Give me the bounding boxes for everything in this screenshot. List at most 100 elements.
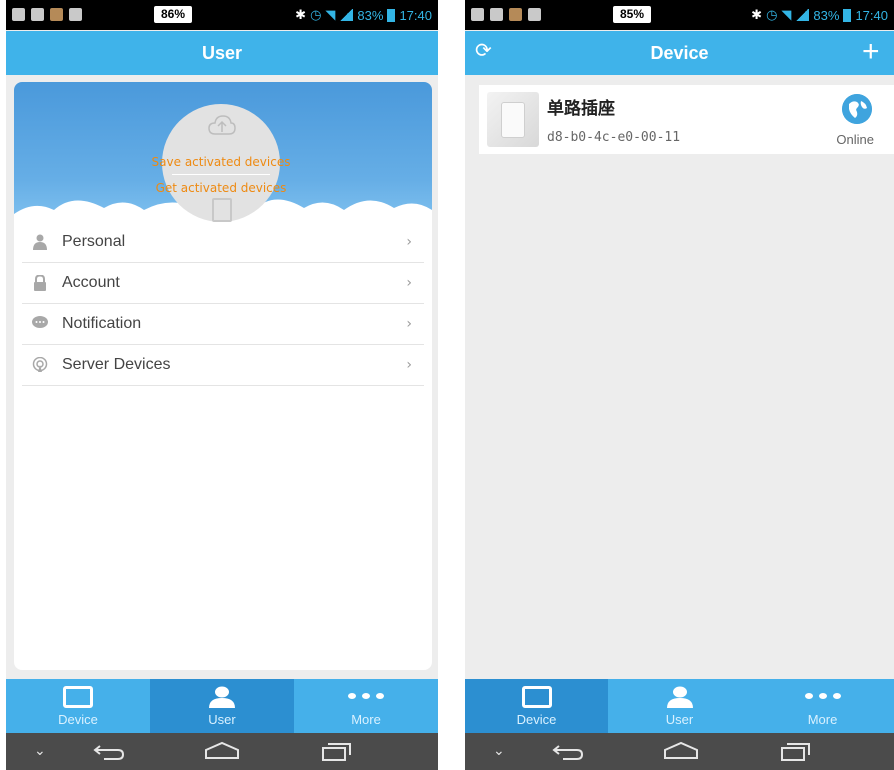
refresh-icon[interactable]: ⟳ (475, 41, 495, 61)
gallery-icon (12, 8, 25, 21)
menu-item-label: Account (62, 274, 120, 291)
tab-more[interactable]: More (751, 679, 894, 733)
user-icon (209, 686, 235, 708)
menu-item-personal[interactable]: Personal › (22, 222, 424, 263)
gallery-icon (471, 8, 484, 21)
device-outline-icon (212, 198, 232, 222)
tab-user[interactable]: User (608, 679, 751, 733)
globe-icon (842, 94, 872, 124)
status-bar: 86% ✱ ◷ ◥ 83% 17:40 (6, 0, 438, 30)
page-title: Device (650, 42, 709, 63)
title-bar: User (6, 31, 438, 75)
device-mac: d8-b0-4c-e0-00-11 (547, 130, 681, 145)
recent-apps-icon[interactable] (781, 741, 811, 761)
person-icon (32, 234, 48, 250)
menu-item-server-devices[interactable]: Server Devices › (22, 345, 424, 386)
battery-percent: 83% (813, 7, 840, 23)
image-icon (490, 8, 503, 21)
status-right: ✱ ◷ ◥ 83% 17:40 (295, 7, 432, 23)
chevron-down-icon[interactable]: ⌄ (493, 743, 505, 759)
lock-icon (32, 274, 48, 291)
broadcast-icon (32, 356, 48, 373)
menu-item-label: Personal (62, 233, 126, 250)
notification-icons (471, 8, 541, 21)
status-bar: 85% ✱ ◷ ◥ 83% 17:40 (465, 0, 894, 30)
user-menu: Personal › Account › Notification › Serv… (22, 222, 424, 386)
menu-item-label: Notification (62, 315, 142, 332)
socket-icon (501, 102, 525, 138)
back-icon[interactable] (92, 741, 126, 761)
recent-apps-icon[interactable] (322, 741, 352, 761)
save-activated-devices-button[interactable]: Save activated devices (151, 155, 291, 169)
back-icon[interactable] (551, 741, 585, 761)
signal-icon (795, 9, 810, 21)
chevron-right-icon: › (406, 275, 412, 291)
get-activated-devices-button[interactable]: Get activated devices (151, 181, 291, 195)
device-name: 单路插座 (547, 99, 615, 119)
menu-item-label: Server Devices (62, 356, 171, 373)
bottom-tab-bar: Device User More (465, 679, 894, 733)
tab-device[interactable]: Device (465, 679, 608, 733)
bluetooth-icon: ✱ (751, 7, 763, 22)
circle-divider (172, 174, 270, 175)
system-nav-bar: ⌄ (6, 733, 438, 770)
bottom-tab-bar: Device User More (6, 679, 438, 733)
home-icon[interactable] (204, 741, 240, 761)
wifi-icon: ◥ (325, 7, 336, 22)
more-dots-icon (348, 693, 384, 701)
user-card: Save activated devices Get activated dev… (14, 82, 432, 670)
chevron-right-icon: › (406, 316, 412, 332)
battery-badge: 85% (613, 6, 652, 23)
add-device-icon[interactable]: + (862, 37, 888, 67)
tab-label: User (208, 712, 236, 727)
tab-label: More (351, 712, 381, 727)
clock: 17:40 (399, 7, 432, 23)
battery-badge: 86% (154, 6, 193, 23)
tab-user[interactable]: User (150, 679, 294, 733)
battery-badge-text: 85% (620, 7, 645, 21)
chevron-right-icon: › (406, 357, 412, 373)
signal-icon (339, 9, 354, 21)
tab-label: Device (58, 712, 98, 727)
tab-label: User (665, 712, 694, 727)
wifi-icon: ◥ (781, 7, 792, 22)
alarm-icon: ◷ (766, 7, 778, 22)
page-title: User (201, 42, 243, 63)
device-status: Online (836, 132, 874, 147)
user-screen: 86% ✱ ◷ ◥ 83% 17:40 User Save activated … (6, 0, 438, 770)
menu-item-account[interactable]: Account › (22, 263, 424, 304)
status-right: ✱ ◷ ◥ 83% 17:40 (751, 7, 888, 23)
cloud-upload-icon (208, 115, 236, 135)
tab-more[interactable]: More (294, 679, 438, 733)
app-icon (50, 8, 63, 21)
tab-label: More (807, 712, 838, 727)
chat-bubble-icon (32, 316, 48, 332)
user-icon (666, 686, 693, 708)
notification-icons (12, 8, 82, 21)
battery-icon (843, 8, 852, 22)
cat-icon (69, 8, 82, 21)
alarm-icon: ◷ (310, 7, 322, 22)
more-dots-icon (804, 693, 841, 701)
title-bar: ⟳ Device + (465, 31, 894, 75)
clock: 17:40 (855, 7, 888, 23)
system-nav-bar: ⌄ (465, 733, 894, 770)
tab-device[interactable]: Device (6, 679, 150, 733)
battery-icon (387, 8, 396, 22)
menu-item-notification[interactable]: Notification › (22, 304, 424, 345)
tablet-icon (521, 686, 552, 708)
chevron-down-icon[interactable]: ⌄ (34, 743, 46, 759)
device-screen: 85% ✱ ◷ ◥ 83% 17:40 ⟳ Device + 单路插座 d8-b… (465, 0, 894, 770)
image-icon (31, 8, 44, 21)
app-icon (509, 8, 522, 21)
tab-label: Device (516, 712, 557, 727)
cloud-banner: Save activated devices Get activated dev… (14, 82, 432, 222)
cat-icon (528, 8, 541, 21)
battery-percent: 83% (357, 7, 384, 23)
cloud-sync-circle: Save activated devices Get activated dev… (152, 104, 290, 222)
battery-badge-text: 86% (161, 7, 186, 21)
home-icon[interactable] (663, 741, 699, 761)
tablet-icon (63, 686, 93, 708)
device-list-item[interactable]: 单路插座 d8-b0-4c-e0-00-11 Online (479, 85, 894, 154)
device-thumbnail (487, 92, 539, 147)
